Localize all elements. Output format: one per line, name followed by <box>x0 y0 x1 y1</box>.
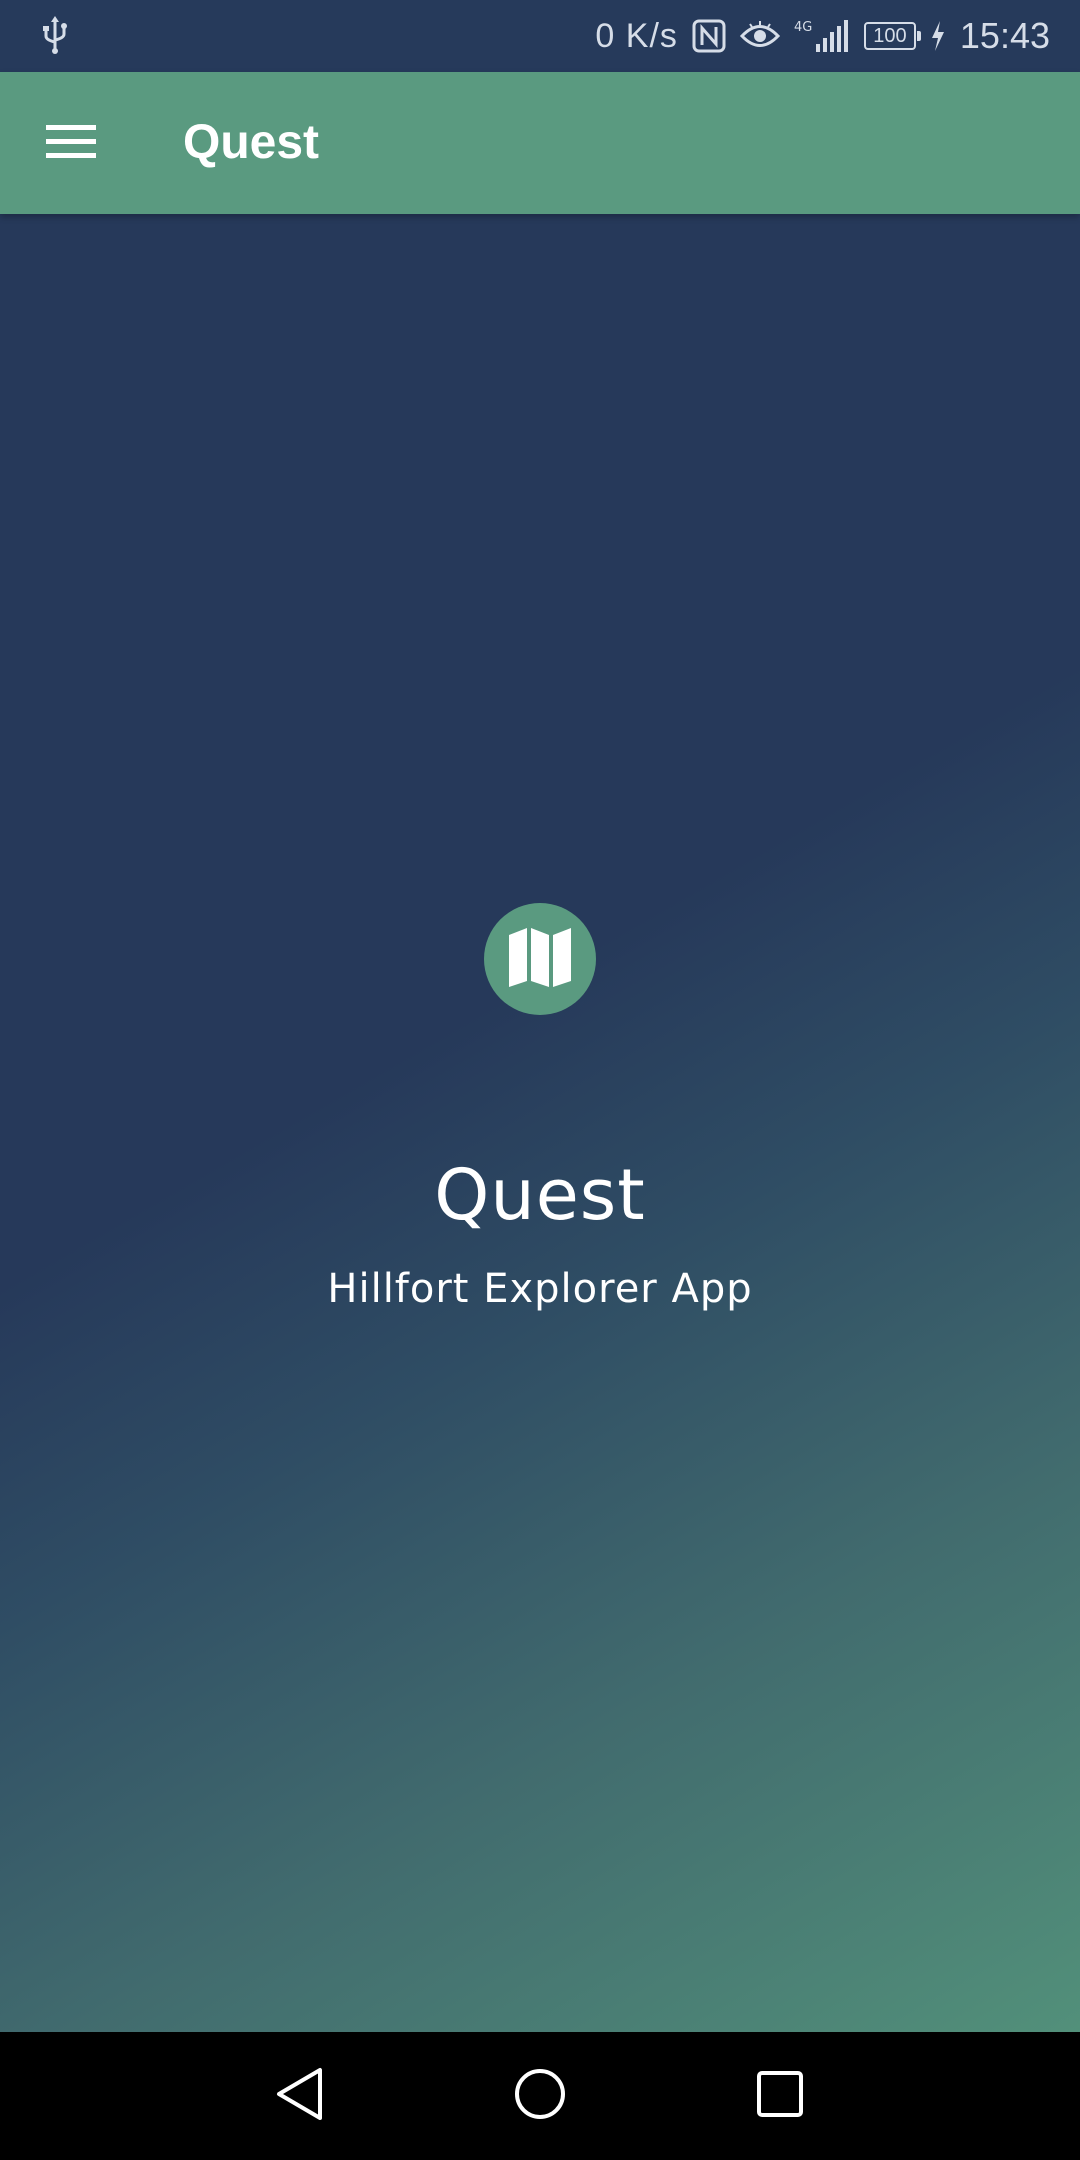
back-icon <box>275 2067 325 2126</box>
menu-button[interactable] <box>30 108 112 178</box>
status-bar: 0 K/s 4G 100 15:43 <box>0 0 1080 72</box>
battery-level: 100 <box>873 25 907 47</box>
app-logo <box>484 903 596 1015</box>
hero-title: Quest <box>434 1154 646 1236</box>
eye-icon <box>739 21 780 51</box>
clock: 15:43 <box>959 15 1050 56</box>
nfc-icon <box>692 19 726 53</box>
back-button[interactable] <box>260 2056 340 2136</box>
home-icon <box>513 2067 567 2126</box>
charging-icon <box>930 21 946 51</box>
home-button[interactable] <box>500 2056 580 2136</box>
recent-apps-button[interactable] <box>740 2056 820 2136</box>
usb-icon <box>40 16 70 56</box>
system-nav-bar <box>0 2032 1080 2160</box>
screen: 0 K/s 4G 100 15:43 Quest Quest Hillfort … <box>0 0 1080 2160</box>
network-type-label: 4G <box>794 20 812 35</box>
app-bar: Quest <box>0 72 1080 214</box>
app-bar-title: Quest <box>183 116 320 169</box>
signal-icon: 4G <box>794 18 850 54</box>
status-indicators: 0 K/s 4G 100 15:43 <box>595 0 1050 72</box>
hero-subtitle: Hillfort Explorer App <box>327 1266 753 1312</box>
hamburger-menu-icon <box>46 123 96 164</box>
network-speed: 0 K/s <box>595 16 678 55</box>
battery-icon: 100 <box>863 22 921 50</box>
recent-apps-icon <box>756 2070 804 2123</box>
map-icon <box>506 923 574 996</box>
main-content: Quest Hillfort Explorer App <box>0 214 1080 2032</box>
